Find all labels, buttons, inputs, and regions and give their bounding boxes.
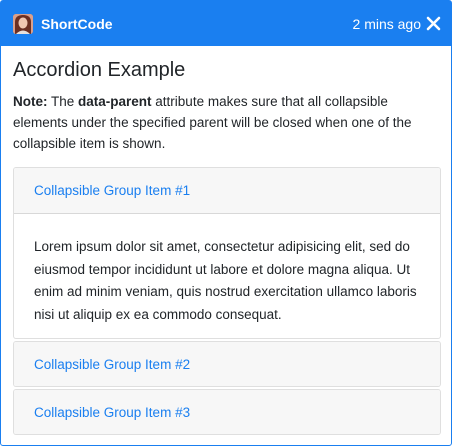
accordion-body-1: Lorem ipsum dolor sit amet, consectetur … [34,239,417,322]
avatar [13,14,33,34]
note-label: Note: [13,94,48,109]
accordion: Collapsible Group Item #1 Lorem ipsum do… [13,167,441,437]
accordion-header-1[interactable]: Collapsible Group Item #1 [14,168,440,214]
title-bar: ShortCode 2 mins ago [1,1,451,46]
main-content: Accordion Example Note: The data-parent … [13,57,441,154]
close-icon[interactable] [426,16,441,31]
note-text-1: The [47,94,79,109]
page-title: Accordion Example [13,59,186,81]
timestamp: 2 mins ago [352,16,421,32]
accordion-toggle-1[interactable]: Collapsible Group Item #1 [34,183,190,198]
accordion-toggle-2[interactable]: Collapsible Group Item #2 [34,357,190,372]
note-highlight: data-parent [78,94,152,109]
app-name: ShortCode [41,16,113,32]
notification-window: ShortCode 2 mins ago Accordion Example N… [0,0,452,446]
accordion-item-2: Collapsible Group Item #2 [13,341,441,387]
accordion-header-2[interactable]: Collapsible Group Item #2 [14,342,440,386]
accordion-item-3: Collapsible Group Item #3 [13,389,441,435]
accordion-item-1: Collapsible Group Item #1 Lorem ipsum do… [13,167,441,339]
accordion-toggle-3[interactable]: Collapsible Group Item #3 [34,405,190,420]
note-paragraph: Note: The data-parent attribute makes su… [13,91,441,154]
accordion-header-3[interactable]: Collapsible Group Item #3 [14,390,440,434]
